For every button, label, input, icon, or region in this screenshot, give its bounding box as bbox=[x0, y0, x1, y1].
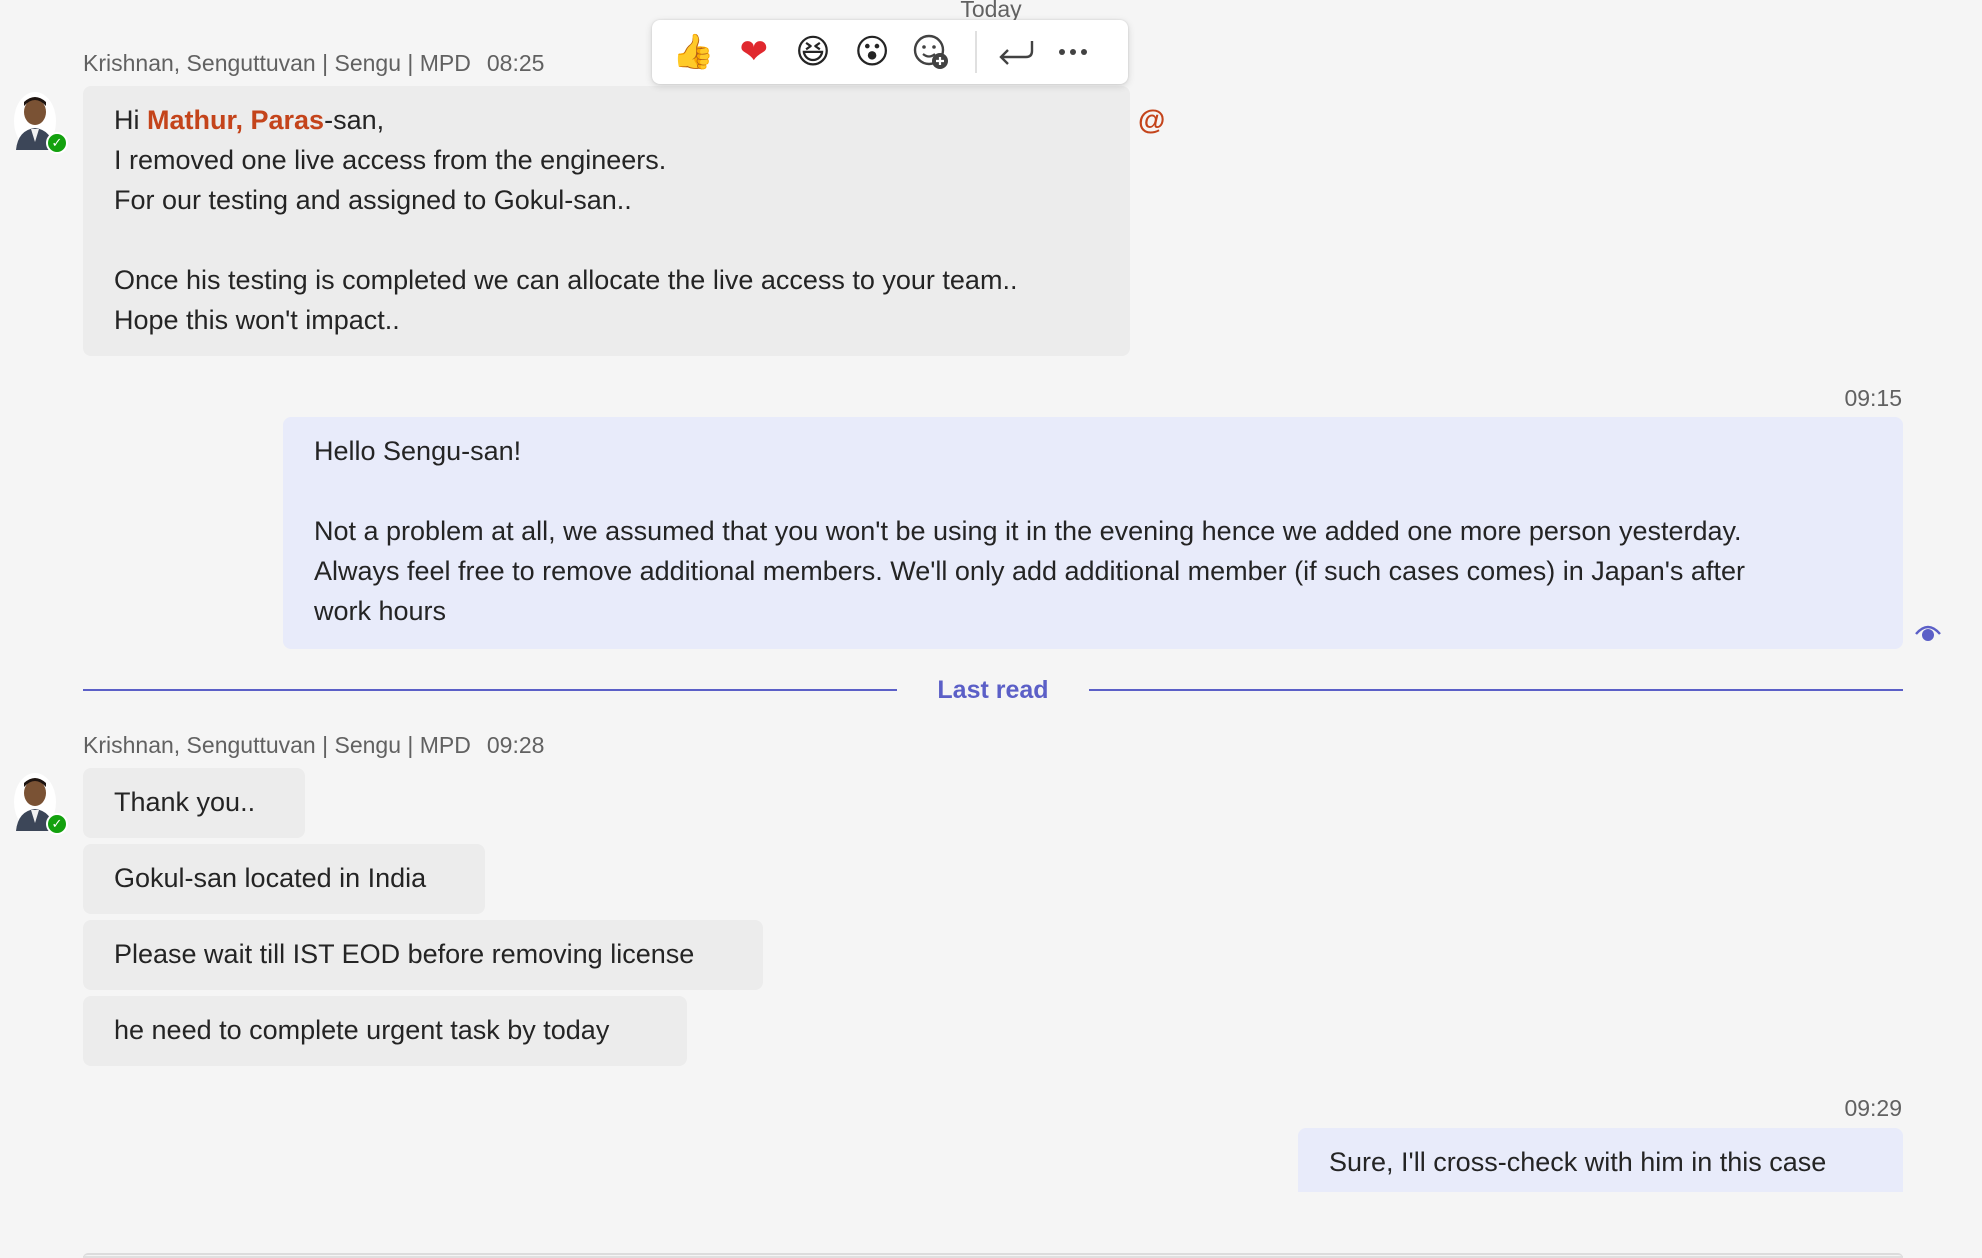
message-line: Gokul-san located in India bbox=[114, 863, 427, 893]
last-read-line bbox=[1089, 689, 1903, 691]
add-reaction-icon[interactable] bbox=[912, 30, 951, 74]
reply-arrow-icon bbox=[999, 41, 1034, 65]
message-line: Please wait till IST EOD before removing… bbox=[114, 939, 695, 969]
message-line bbox=[114, 220, 1099, 260]
toolbar-divider bbox=[974, 31, 977, 73]
message-time: 09:29 bbox=[1844, 1095, 1902, 1121]
presence-available-icon: ✓ bbox=[46, 813, 68, 835]
ellipsis-icon bbox=[1058, 49, 1087, 55]
message-line: Always feel free to remove additional me… bbox=[314, 556, 1745, 586]
message-bubble[interactable]: Sure, I'll cross-check with him in this … bbox=[1298, 1128, 1903, 1192]
message-header: Krishnan, Senguttuvan | Sengu | MPD 09:28 bbox=[83, 732, 544, 759]
message-bubble[interactable]: Hi Mathur, Paras-san, I removed one live… bbox=[83, 86, 1130, 356]
thumbs-up-icon[interactable]: 👍 bbox=[672, 30, 714, 74]
message-bubble[interactable]: Gokul-san located in India bbox=[83, 844, 485, 914]
avatar[interactable]: ✓ bbox=[14, 773, 68, 835]
message-bubble[interactable]: Hello Sengu-san! Not a problem at all, w… bbox=[283, 417, 1903, 649]
reaction-toolbar: 👍 ❤ 😆 😮 bbox=[652, 20, 1128, 84]
message-line: For our testing and assigned to Gokul-sa… bbox=[114, 185, 632, 215]
heart-icon[interactable]: ❤ bbox=[734, 30, 773, 74]
surprised-icon[interactable]: 😮 bbox=[853, 30, 892, 74]
reply-icon[interactable] bbox=[995, 30, 1038, 74]
sender-name: Krishnan, Senguttuvan | Sengu | MPD bbox=[83, 50, 471, 76]
read-receipt-icon bbox=[1914, 622, 1942, 649]
emoji-add-icon bbox=[914, 34, 949, 69]
message-bubble[interactable]: he need to complete urgent task by today bbox=[83, 996, 687, 1066]
sender-name: Krishnan, Senguttuvan | Sengu | MPD bbox=[83, 732, 471, 758]
message-line: Once his testing is completed we can all… bbox=[114, 265, 1018, 295]
laughing-icon[interactable]: 😆 bbox=[793, 30, 832, 74]
message-time: 09:28 bbox=[486, 732, 545, 758]
message-line: Thank you.. bbox=[114, 787, 256, 817]
message-bubble[interactable]: Thank you.. bbox=[83, 768, 305, 838]
message-time: 09:15 bbox=[1844, 385, 1902, 411]
message-line: he need to complete urgent task by today bbox=[114, 1015, 610, 1045]
message-line: Hope this won't impact.. bbox=[114, 305, 400, 335]
message-time: 08:25 bbox=[486, 50, 545, 76]
last-read-label: Last read bbox=[937, 676, 1049, 704]
avatar[interactable]: ✓ bbox=[14, 92, 68, 154]
message-line: I removed one live access from the engin… bbox=[114, 145, 667, 175]
last-read-line bbox=[83, 689, 897, 691]
mention-link[interactable]: Mathur, Paras bbox=[147, 105, 324, 135]
mention-indicator-icon: @ bbox=[1138, 104, 1166, 135]
message-line bbox=[314, 471, 1872, 511]
greeting-text: Hi bbox=[114, 105, 147, 135]
message-line: Hello Sengu-san! bbox=[314, 436, 522, 466]
greeting-suffix: -san, bbox=[324, 105, 385, 135]
message-line: work hours bbox=[314, 596, 447, 626]
message-line: Sure, I'll cross-check with him in this … bbox=[1329, 1147, 1827, 1177]
more-options-icon[interactable] bbox=[1051, 30, 1094, 74]
message-line: Not a problem at all, we assumed that yo… bbox=[314, 516, 1742, 546]
message-bubble[interactable]: Please wait till IST EOD before removing… bbox=[83, 920, 763, 990]
presence-available-icon: ✓ bbox=[46, 132, 68, 154]
message-line: Hi Mathur, Paras-san, bbox=[114, 100, 1099, 140]
message-header: Krishnan, Senguttuvan | Sengu | MPD 08:25 bbox=[83, 50, 544, 77]
